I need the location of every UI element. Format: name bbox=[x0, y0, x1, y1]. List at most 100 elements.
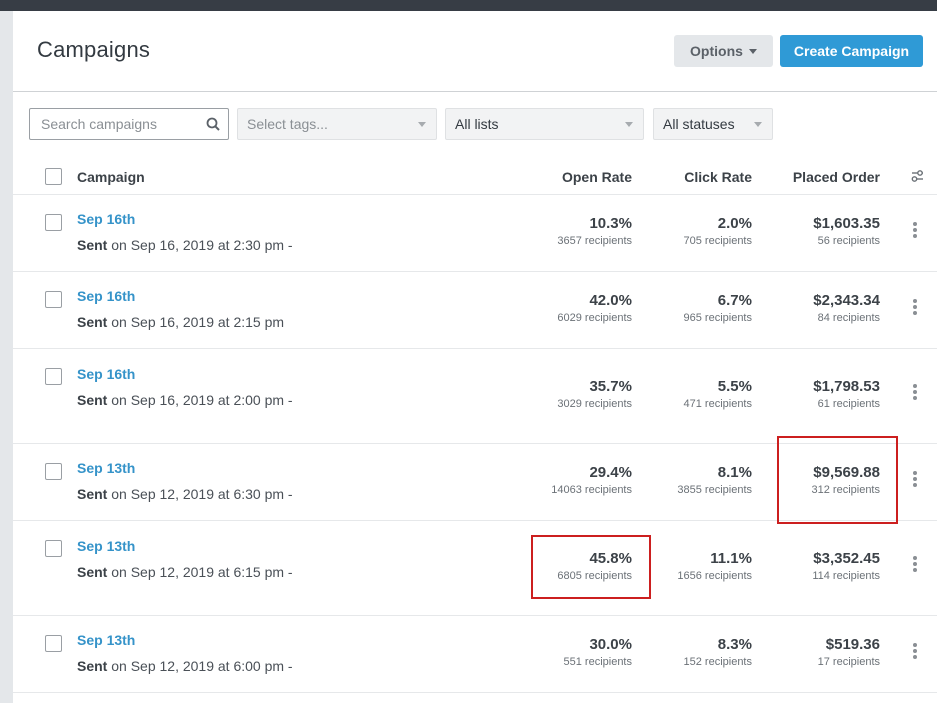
status-select[interactable]: All statuses bbox=[653, 108, 773, 140]
tags-select[interactable]: Select tags... bbox=[237, 108, 437, 140]
row-actions-kebab-icon[interactable] bbox=[912, 222, 918, 240]
table-row: Sep 13th Sent on Sep 12, 2019 at 6:30 pm … bbox=[13, 444, 937, 521]
placed-order-value: $1,603.35 bbox=[813, 215, 880, 232]
table-row: Sep 16th Sent on Sep 16, 2019 at 2:00 pm … bbox=[13, 349, 937, 444]
row-actions-kebab-icon[interactable] bbox=[912, 299, 918, 317]
column-header-campaign[interactable]: Campaign bbox=[77, 169, 145, 185]
click-rate-cell: 5.5% 471 recipients bbox=[684, 378, 753, 410]
campaign-sent-info: Sent on Sep 16, 2019 at 2:00 pm - bbox=[77, 392, 293, 408]
campaign-name-link[interactable]: Sep 16th bbox=[77, 288, 135, 304]
placed-order-recipients: 56 recipients bbox=[817, 235, 880, 247]
open-rate-cell: 42.0% 6029 recipients bbox=[557, 292, 632, 324]
open-rate-value: 35.7% bbox=[589, 378, 632, 395]
page-header: Campaigns Options Create Campaign bbox=[13, 11, 937, 92]
placed-order-recipients: 84 recipients bbox=[817, 312, 880, 324]
campaigns-page: Campaigns Options Create Campaign Select… bbox=[13, 11, 937, 703]
lists-select-value: All lists bbox=[455, 116, 499, 132]
click-rate-cell: 11.1% 1656 recipients bbox=[677, 550, 752, 582]
campaign-sent-info: Sent on Sep 16, 2019 at 2:15 pm bbox=[77, 314, 284, 330]
page-title: Campaigns bbox=[37, 37, 151, 62]
column-header-click-rate[interactable]: Click Rate bbox=[684, 169, 752, 185]
campaign-name-link[interactable]: Sep 16th bbox=[77, 211, 135, 227]
search-icon[interactable] bbox=[206, 117, 220, 131]
open-rate-value: 45.8% bbox=[589, 550, 632, 567]
chevron-down-icon bbox=[754, 122, 762, 127]
click-rate-value: 8.1% bbox=[717, 464, 752, 481]
campaign-name-link[interactable]: Sep 16th bbox=[77, 366, 135, 382]
row-checkbox[interactable] bbox=[45, 291, 62, 308]
open-rate-recipients: 3029 recipients bbox=[557, 398, 632, 410]
click-rate-recipients: 965 recipients bbox=[683, 312, 753, 324]
open-rate-cell: 29.4% 14063 recipients bbox=[551, 464, 632, 496]
row-checkbox[interactable] bbox=[45, 368, 62, 385]
row-checkbox[interactable] bbox=[45, 540, 62, 557]
chevron-down-icon bbox=[418, 122, 426, 127]
click-rate-value: 2.0% bbox=[717, 215, 752, 232]
placed-order-cell: $519.36 17 recipients bbox=[818, 636, 880, 668]
row-checkbox[interactable] bbox=[45, 463, 62, 480]
click-rate-cell: 8.3% 152 recipients bbox=[684, 636, 753, 668]
placed-order-cell: $9,569.88 312 recipients bbox=[812, 464, 881, 496]
sent-datetime: on Sep 12, 2019 at 6:30 pm - bbox=[111, 486, 293, 502]
options-label: Options bbox=[690, 43, 743, 59]
sent-label: Sent bbox=[77, 314, 108, 330]
click-rate-cell: 6.7% 965 recipients bbox=[684, 292, 753, 324]
open-rate-value: 42.0% bbox=[589, 292, 632, 309]
click-rate-value: 8.3% bbox=[717, 636, 752, 653]
sent-datetime: on Sep 16, 2019 at 2:30 pm - bbox=[111, 237, 293, 253]
column-settings-icon[interactable] bbox=[910, 169, 925, 183]
search-input[interactable] bbox=[30, 109, 190, 139]
open-rate-cell: 45.8% 6805 recipients bbox=[557, 550, 632, 582]
campaign-name-link[interactable]: Sep 13th bbox=[77, 632, 135, 648]
select-all-checkbox[interactable] bbox=[45, 168, 62, 185]
open-rate-recipients: 3657 recipients bbox=[557, 235, 632, 247]
placed-order-cell: $1,603.35 56 recipients bbox=[813, 215, 880, 247]
open-rate-cell: 10.3% 3657 recipients bbox=[557, 215, 632, 247]
placed-order-recipients: 17 recipients bbox=[817, 656, 880, 668]
open-rate-recipients: 551 recipients bbox=[563, 656, 633, 668]
options-button[interactable]: Options bbox=[674, 35, 773, 67]
placed-order-recipients: 61 recipients bbox=[817, 398, 880, 410]
create-campaign-button[interactable]: Create Campaign bbox=[780, 35, 923, 67]
open-rate-recipients: 6805 recipients bbox=[557, 570, 632, 582]
open-rate-recipients: 6029 recipients bbox=[557, 312, 632, 324]
row-actions-kebab-icon[interactable] bbox=[912, 643, 918, 661]
placed-order-recipients: 312 recipients bbox=[811, 484, 881, 496]
sent-label: Sent bbox=[77, 658, 108, 674]
campaign-name-link[interactable]: Sep 13th bbox=[77, 538, 135, 554]
placed-order-cell: $3,352.45 114 recipients bbox=[812, 550, 880, 582]
open-rate-cell: 35.7% 3029 recipients bbox=[557, 378, 632, 410]
left-sidebar-rail bbox=[0, 11, 13, 703]
table-header: Campaign Open Rate Click Rate Placed Ord… bbox=[13, 158, 937, 195]
click-rate-recipients: 705 recipients bbox=[683, 235, 753, 247]
click-rate-cell: 8.1% 3855 recipients bbox=[677, 464, 752, 496]
placed-order-recipients: 114 recipients bbox=[812, 570, 880, 582]
column-header-placed-order[interactable]: Placed Order bbox=[793, 169, 880, 185]
tags-select-value: Select tags... bbox=[247, 116, 328, 132]
top-nav-bar bbox=[0, 0, 937, 11]
sent-datetime: on Sep 12, 2019 at 6:15 pm - bbox=[111, 564, 293, 580]
campaign-name-link[interactable]: Sep 13th bbox=[77, 460, 135, 476]
column-header-open-rate[interactable]: Open Rate bbox=[562, 169, 632, 185]
campaign-sent-info: Sent on Sep 12, 2019 at 6:00 pm - bbox=[77, 658, 293, 674]
sent-label: Sent bbox=[77, 237, 108, 253]
campaign-sent-info: Sent on Sep 12, 2019 at 6:30 pm - bbox=[77, 486, 293, 502]
table-row: Sep 13th Sent on Sep 12, 2019 at 6:00 pm … bbox=[13, 616, 937, 693]
lists-select[interactable]: All lists bbox=[445, 108, 644, 140]
sent-label: Sent bbox=[77, 486, 108, 502]
row-actions-kebab-icon[interactable] bbox=[912, 556, 918, 574]
sent-datetime: on Sep 12, 2019 at 6:00 pm - bbox=[111, 658, 293, 674]
row-actions-kebab-icon[interactable] bbox=[912, 471, 918, 489]
row-checkbox[interactable] bbox=[45, 635, 62, 652]
click-rate-recipients: 471 recipients bbox=[683, 398, 753, 410]
sent-label: Sent bbox=[77, 392, 108, 408]
open-rate-value: 10.3% bbox=[589, 215, 632, 232]
row-actions-kebab-icon[interactable] bbox=[912, 384, 918, 402]
sent-datetime: on Sep 16, 2019 at 2:00 pm - bbox=[111, 392, 293, 408]
click-rate-cell: 2.0% 705 recipients bbox=[684, 215, 753, 247]
campaign-sent-info: Sent on Sep 12, 2019 at 6:15 pm - bbox=[77, 564, 293, 580]
search-box bbox=[29, 108, 229, 140]
open-rate-value: 30.0% bbox=[589, 636, 632, 653]
row-checkbox[interactable] bbox=[45, 214, 62, 231]
placed-order-value: $2,343.34 bbox=[813, 292, 880, 309]
